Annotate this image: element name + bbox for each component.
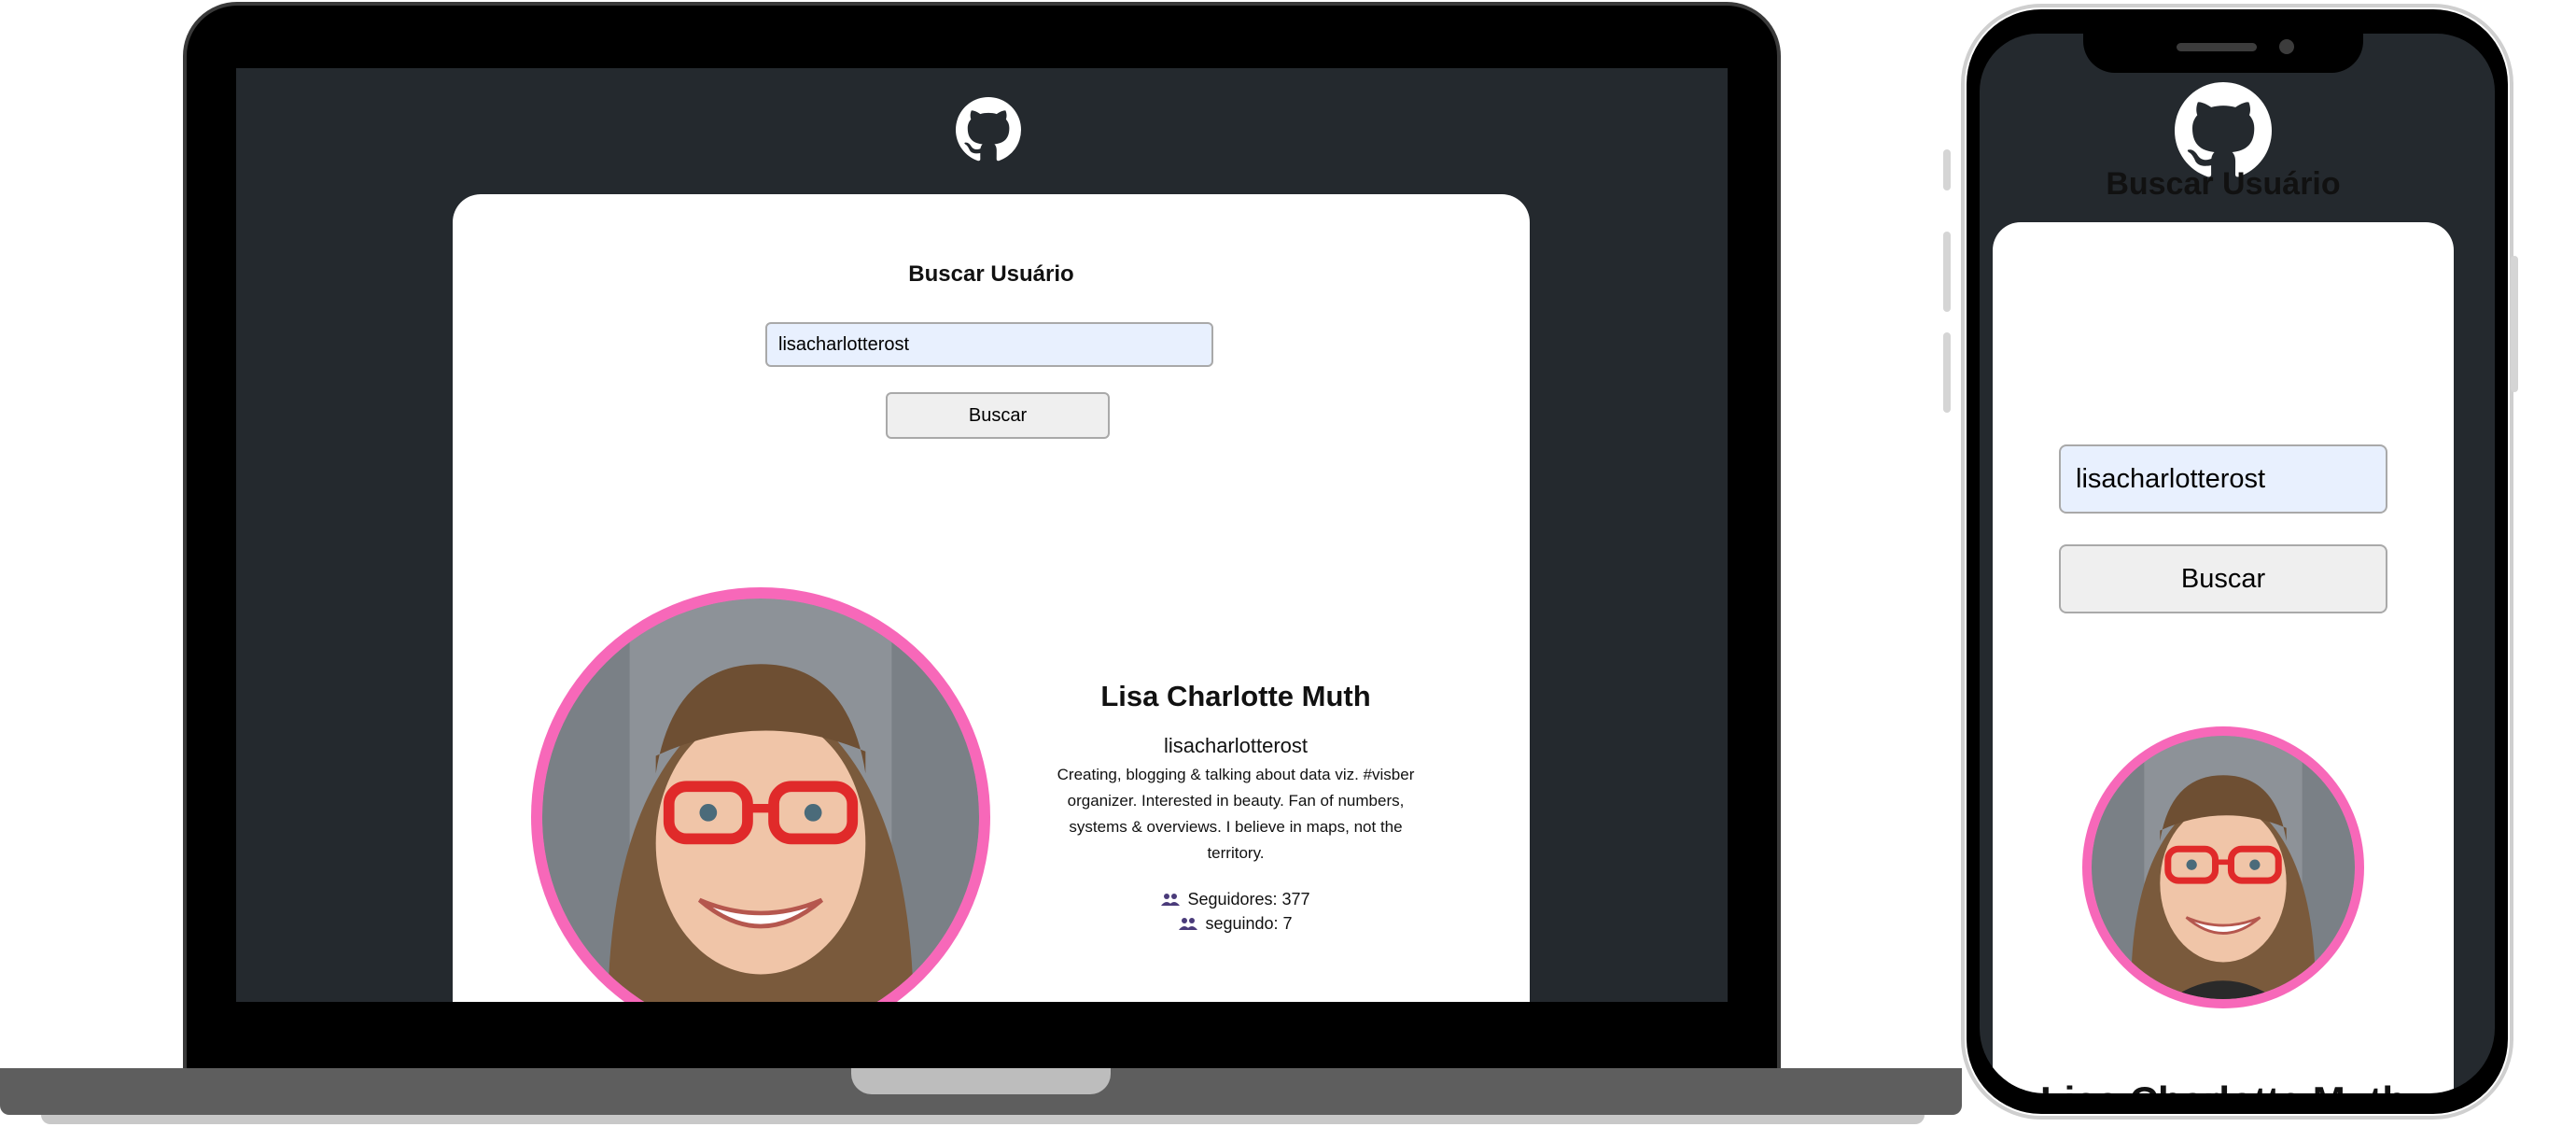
avatar [531, 587, 990, 1002]
github-logo-icon [956, 97, 1021, 162]
following-stat: seguindo: 7 [1026, 911, 1446, 936]
laptop-trackpad-notch [851, 1068, 1111, 1094]
phone-side-button [1943, 332, 1951, 413]
following-count: seguindo: 7 [1205, 914, 1293, 933]
profile-photo [542, 599, 979, 1002]
phone-speaker [2177, 43, 2257, 51]
profile-name: Lisa Charlotte Muth [1100, 680, 1371, 712]
search-title: Buscar Usuário [908, 261, 1074, 287]
avatar [2082, 726, 2364, 1008]
github-logo-icon [2175, 82, 2272, 177]
phone-screen: Buscar Usuário Buscar [1980, 34, 2495, 1093]
phone-side-button [1943, 149, 1951, 190]
search-button[interactable]: Buscar [886, 392, 1110, 439]
laptop-screen: Buscar Usuário Buscar [236, 68, 1728, 1002]
profile-login: lisacharlotterost [1163, 734, 1309, 757]
profile-stats: Seguidores: 377 seguindo: 7 [1026, 887, 1446, 936]
search-button[interactable]: Buscar [2059, 544, 2387, 613]
followers-stat: Seguidores: 377 [1026, 887, 1446, 911]
search-card: Buscar Usuário Buscar [453, 194, 1530, 1002]
profile-info: Lisa Charlotte Muth lisacharlotterost Cr… [1026, 680, 1446, 936]
username-search-input[interactable] [2059, 444, 2387, 514]
laptop-base-shadow [41, 1115, 1925, 1124]
people-icon [1179, 918, 1198, 930]
profile-bio: Creating, blogging & talking about data … [1057, 766, 1415, 862]
people-icon [1161, 894, 1181, 906]
search-card: Buscar Usuário Buscar [1993, 166, 2454, 1093]
search-title: Buscar Usuário [2106, 166, 2341, 202]
phone-power-button [2511, 256, 2518, 392]
username-search-input[interactable] [765, 322, 1213, 367]
followers-count: Seguidores: 377 [1187, 890, 1310, 909]
profile-name: Lisa Charlotte Muth [1993, 1078, 2454, 1093]
profile-photo [2092, 736, 2355, 999]
phone-side-button [1943, 232, 1951, 312]
phone-camera [2279, 39, 2294, 54]
